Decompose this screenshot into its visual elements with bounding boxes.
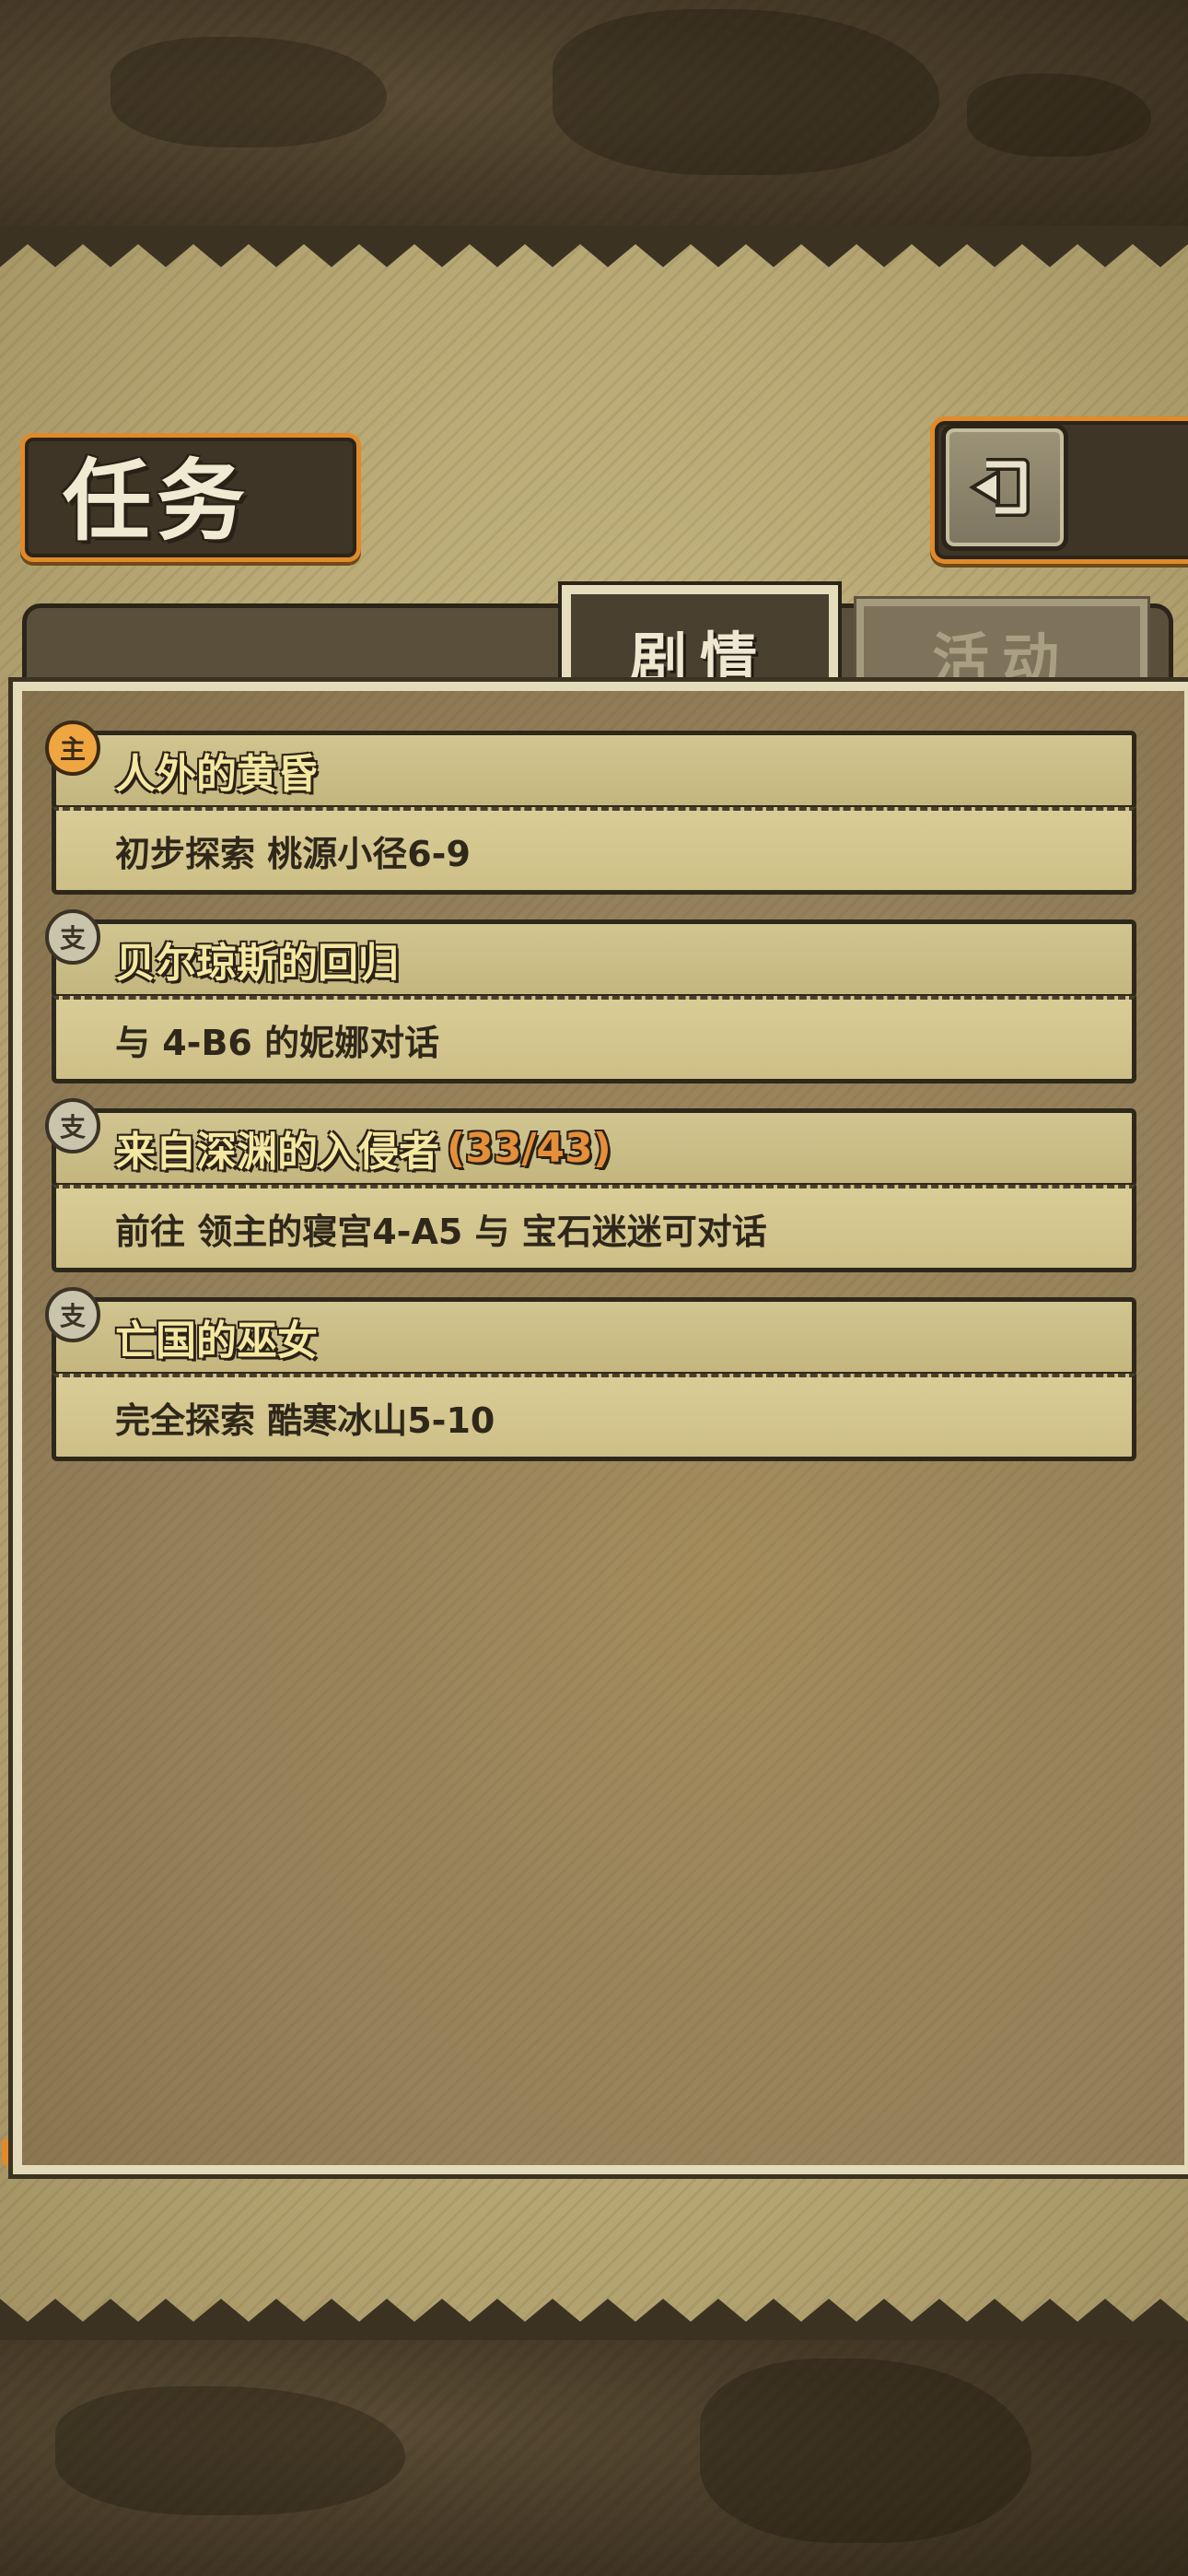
side-quest-badge: 支 [45,909,100,965]
quest-body: 初步探索 桃源小径6-9 [52,807,1136,895]
torn-edge-top [0,226,1188,267]
quest-description: 初步探索 桃源小径6-9 [115,833,471,874]
page-title: 任务 [63,448,250,553]
quest-title: 亡国的巫女 [115,1317,318,1364]
quest-header: 支 亡国的巫女 [45,1287,1136,1376]
quest-header: 主 人外的黄昏 [45,720,1136,810]
torn-edge-bottom [0,2299,1188,2340]
back-button[interactable] [941,424,1068,551]
main-quest-badge: 主 [45,720,100,776]
side-quest-badge: 支 [45,1287,100,1342]
quest-description: 完全探索 酷寒冰山5-10 [115,1399,495,1441]
quest-body: 前往 领主的寝宫4-A5 与 宝石迷迷可对话 [52,1185,1136,1272]
quest-body: 与 4-B6 的妮娜对话 [52,996,1136,1083]
quest-progress: (33/43) [447,1124,611,1172]
quest-body: 完全探索 酷寒冰山5-10 [52,1374,1136,1461]
quest-title: 人外的黄昏 [115,751,318,798]
quest-title: 来自深渊的入侵者 [115,1129,439,1176]
quest-header: 支 贝尔琼斯的回归 [45,909,1136,999]
quest-item[interactable]: 支 贝尔琼斯的回归 与 4-B6 的妮娜对话 [45,909,1136,1083]
quest-item[interactable]: 支 亡国的巫女 完全探索 酷寒冰山5-10 [45,1287,1136,1461]
top-map-band [0,0,1188,240]
quest-item[interactable]: 主 人外的黄昏 初步探索 桃源小径6-9 [45,720,1136,895]
side-quest-badge: 支 [45,1098,100,1153]
quest-title: 贝尔琼斯的回归 [115,940,399,987]
quest-description: 前往 领主的寝宫4-A5 与 宝石迷迷可对话 [115,1211,767,1252]
bottom-map-band [0,2331,1188,2576]
return-arrow-icon [969,458,1030,517]
quest-header: 支 来自深渊的入侵者 (33/43) [45,1098,1136,1188]
quest-description: 与 4-B6 的妮娜对话 [115,1022,440,1063]
quest-item[interactable]: 支 来自深渊的入侵者 (33/43) 前往 领主的寝宫4-A5 与 宝石迷迷可对… [45,1098,1136,1272]
